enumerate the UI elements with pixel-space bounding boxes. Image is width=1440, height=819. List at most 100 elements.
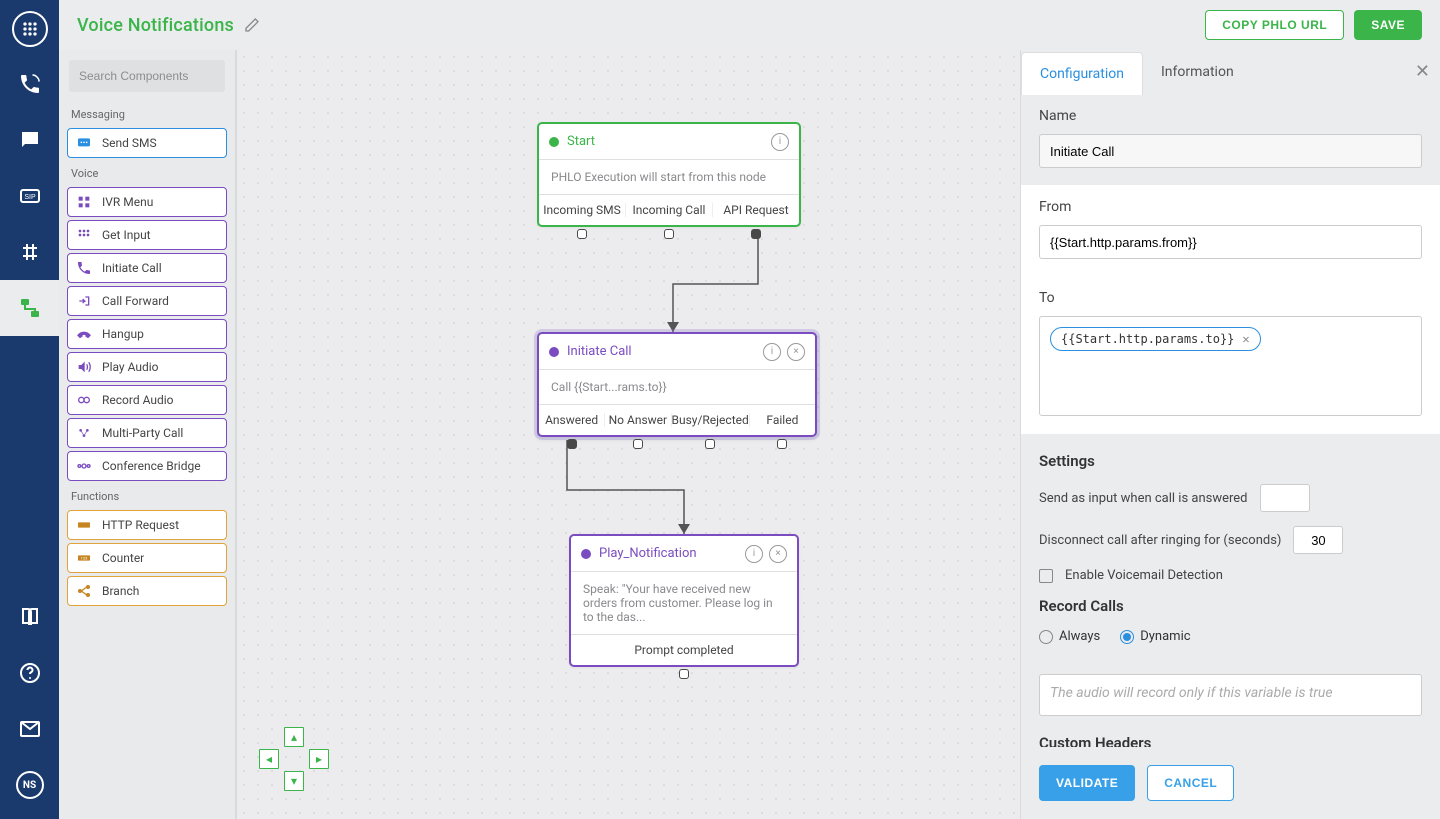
delete-node-icon[interactable]: × (769, 545, 787, 563)
node-initiate-call[interactable]: Initiate Call i× Call {{Start...rams.to}… (537, 332, 817, 437)
record-condition-input[interactable]: The audio will record only if this varia… (1039, 674, 1422, 716)
send-on-answer-label: Send as input when call is answered (1039, 491, 1248, 506)
port-connector-dot[interactable] (777, 439, 787, 449)
node-title: Initiate Call (567, 344, 632, 359)
nav-phlo[interactable] (0, 280, 59, 336)
voicemail-checkbox[interactable] (1039, 569, 1053, 583)
record-dynamic-label: Dynamic (1140, 629, 1190, 644)
search-input[interactable] (69, 60, 225, 92)
palette-item-hangup[interactable]: Hangup (67, 319, 227, 349)
hangup-icon (76, 326, 92, 342)
port-connector-dot[interactable] (567, 439, 577, 449)
record-dynamic-radio[interactable] (1120, 630, 1134, 644)
input-icon (76, 227, 92, 243)
palette-item-send-sms[interactable]: Send SMS (67, 128, 227, 158)
edit-title-icon[interactable] (244, 17, 260, 33)
nav-numbers[interactable] (0, 224, 59, 280)
cancel-button[interactable]: CANCEL (1147, 765, 1234, 801)
record-always-radio[interactable] (1039, 630, 1053, 644)
palette-item-label: Initiate Call (102, 261, 162, 275)
chip-text: {{Start.http.params.to}} (1061, 332, 1234, 346)
palette-item-multi-party-call[interactable]: Multi-Party Call (67, 418, 227, 448)
nav-messaging[interactable] (0, 112, 59, 168)
validate-button[interactable]: VALIDATE (1039, 765, 1135, 801)
from-input[interactable] (1039, 225, 1422, 259)
branch-icon (76, 583, 92, 599)
node-play-notification[interactable]: Play_Notification i × Speak: "Your have r… (569, 534, 799, 667)
forward-icon (76, 293, 92, 309)
node-port[interactable]: Incoming SMS (539, 203, 625, 217)
port-connector-dot[interactable] (664, 229, 674, 239)
tab-configuration[interactable]: Configuration (1021, 52, 1143, 95)
palette-item-ivr-menu[interactable]: IVR Menu (67, 187, 227, 217)
page-title: Voice Notifications (77, 15, 234, 36)
pan-right-button[interactable]: ▸ (309, 749, 329, 769)
palette-item-call-forward[interactable]: Call Forward (67, 286, 227, 316)
palette-item-label: Call Forward (102, 294, 169, 308)
nav-voice[interactable] (0, 56, 59, 112)
palette-item-label: Counter (102, 551, 144, 565)
node-start[interactable]: Start i PHLO Execution will start from t… (537, 122, 801, 227)
palette-item-conference-bridge[interactable]: Conference Bridge (67, 451, 227, 481)
palette-section-title: Messaging (59, 102, 235, 125)
node-body: Speak: "Your have received new orders fr… (571, 572, 797, 635)
port-connector-dot[interactable] (633, 439, 643, 449)
nav-docs[interactable] (0, 589, 59, 645)
tab-information[interactable]: Information (1143, 50, 1252, 94)
save-button[interactable]: SAVE (1354, 10, 1422, 40)
to-chip[interactable]: {{Start.http.params.to}} ✕ (1050, 327, 1261, 351)
multi-icon (76, 425, 92, 441)
chip-remove-icon[interactable]: ✕ (1242, 332, 1249, 346)
node-port[interactable]: API Request (712, 203, 799, 217)
palette-item-get-input[interactable]: Get Input (67, 220, 227, 250)
close-drawer-icon[interactable]: ✕ (1415, 63, 1430, 81)
palette-item-initiate-call[interactable]: Initiate Call (67, 253, 227, 283)
palette-item-record-audio[interactable]: Record Audio (67, 385, 227, 415)
svg-text:SIP: SIP (24, 194, 36, 201)
pan-left-button[interactable]: ◂ (259, 749, 279, 769)
node-status-dot (549, 137, 559, 147)
node-title: Play_Notification (599, 546, 697, 561)
ivr-icon (76, 194, 92, 210)
copy-url-button[interactable]: COPY PHLO URL (1205, 10, 1344, 40)
port-connector-dot[interactable] (577, 229, 587, 239)
node-port[interactable]: Answered (539, 413, 604, 427)
node-port[interactable]: Incoming Call (625, 203, 712, 217)
nav-help[interactable] (0, 645, 59, 701)
port-connector-dot[interactable] (679, 669, 689, 679)
port-connector-dot[interactable] (705, 439, 715, 449)
to-chip-area[interactable]: {{Start.http.params.to}} ✕ (1039, 316, 1422, 416)
record-title: Record Calls (1039, 597, 1422, 615)
svg-text:123: 123 (81, 555, 88, 560)
node-port[interactable]: Prompt completed (571, 643, 797, 657)
nav-sip[interactable]: SIP (0, 168, 59, 224)
name-input[interactable] (1039, 134, 1422, 168)
nav-logo[interactable] (0, 0, 59, 56)
send-on-answer-input[interactable] (1260, 484, 1310, 512)
node-body: PHLO Execution will start from this node (539, 160, 799, 195)
node-port[interactable]: Busy/Rejected (671, 413, 749, 427)
nav-account[interactable]: NS (0, 757, 59, 813)
delete-node-icon[interactable]: × (787, 343, 805, 361)
to-label: To (1039, 290, 1422, 306)
info-icon[interactable]: i (745, 545, 763, 563)
palette-item-branch[interactable]: Branch (67, 576, 227, 606)
nav-billing[interactable] (0, 701, 59, 757)
voicemail-label: Enable Voicemail Detection (1065, 568, 1223, 583)
palette-item-http-request[interactable]: HTTP Request (67, 510, 227, 540)
palette-item-play-audio[interactable]: Play Audio (67, 352, 227, 382)
palette-item-label: Multi-Party Call (102, 426, 183, 440)
flow-canvas[interactable]: Start i PHLO Execution will start from t… (237, 50, 1020, 819)
pan-down-button[interactable]: ▾ (284, 771, 304, 791)
palette-item-label: IVR Menu (102, 195, 153, 209)
info-icon[interactable]: i (771, 133, 789, 151)
pan-up-button[interactable]: ▴ (284, 727, 304, 747)
node-port[interactable]: No Answer (604, 413, 670, 427)
node-port[interactable]: Failed (749, 413, 815, 427)
info-icon[interactable]: i (763, 343, 781, 361)
disconnect-input[interactable] (1293, 526, 1343, 554)
palette-item-counter[interactable]: 123 Counter (67, 543, 227, 573)
custom-headers-title: Custom Headers (1039, 734, 1422, 747)
port-connector-dot[interactable] (751, 229, 761, 239)
name-label: Name (1039, 108, 1422, 124)
